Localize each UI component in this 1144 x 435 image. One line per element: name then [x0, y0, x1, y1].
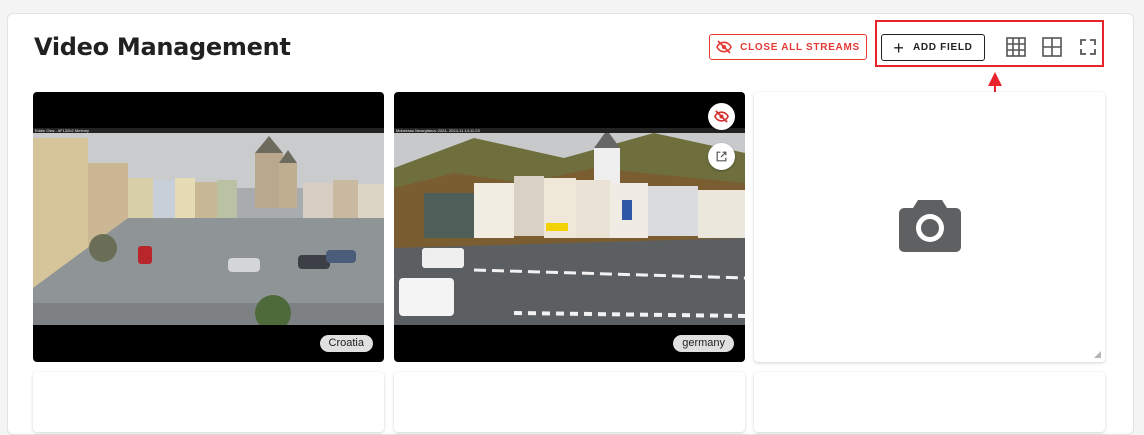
- empty-stream-tile[interactable]: [394, 372, 745, 432]
- stream-timestamp-overlay: Eddin Osw - #F132b2 Mmbmy: [35, 128, 89, 133]
- empty-stream-tile[interactable]: [33, 372, 384, 432]
- eye-off-icon: [714, 110, 729, 123]
- grid-2x2-icon[interactable]: [1041, 36, 1063, 58]
- grid-3x3-icon[interactable]: [1005, 36, 1027, 58]
- stream-timestamp-overlay: Mdoeraau Nuwrgfanuc 2024- 2024-11 14:11:…: [396, 128, 480, 133]
- stream-video-frame: Eddin Osw - #F132b2 Mmbmy: [33, 128, 384, 325]
- fullscreen-icon[interactable]: [1077, 36, 1099, 58]
- camera-icon: [899, 200, 961, 252]
- resize-handle-icon[interactable]: [1094, 351, 1101, 358]
- open-external-button[interactable]: [708, 143, 735, 170]
- video-tile-germany[interactable]: Mdoeraau Nuwrgfanuc 2024- 2024-11 14:11:…: [394, 92, 745, 362]
- empty-stream-tile[interactable]: [754, 372, 1105, 432]
- close-all-streams-label: CLOSE ALL STREAMS: [740, 41, 860, 53]
- empty-stream-tile[interactable]: [754, 92, 1105, 362]
- video-tile-croatia[interactable]: Eddin Osw - #F132b2 Mmbmy Croatia: [33, 92, 384, 362]
- close-all-streams-button[interactable]: CLOSE ALL STREAMS: [709, 34, 867, 60]
- stream-label-badge: Croatia: [319, 335, 373, 352]
- stream-label-badge: germany: [673, 335, 734, 352]
- hide-stream-button[interactable]: [708, 103, 735, 130]
- eye-off-icon: [716, 40, 733, 54]
- add-field-button[interactable]: + ADD FIELD: [881, 34, 985, 61]
- page-title: Video Management: [34, 33, 291, 61]
- plus-icon: +: [893, 37, 904, 58]
- open-in-new-icon: [716, 151, 727, 162]
- add-field-label: ADD FIELD: [912, 42, 973, 53]
- stream-video-frame: Mdoeraau Nuwrgfanuc 2024- 2024-11 14:11:…: [394, 128, 745, 325]
